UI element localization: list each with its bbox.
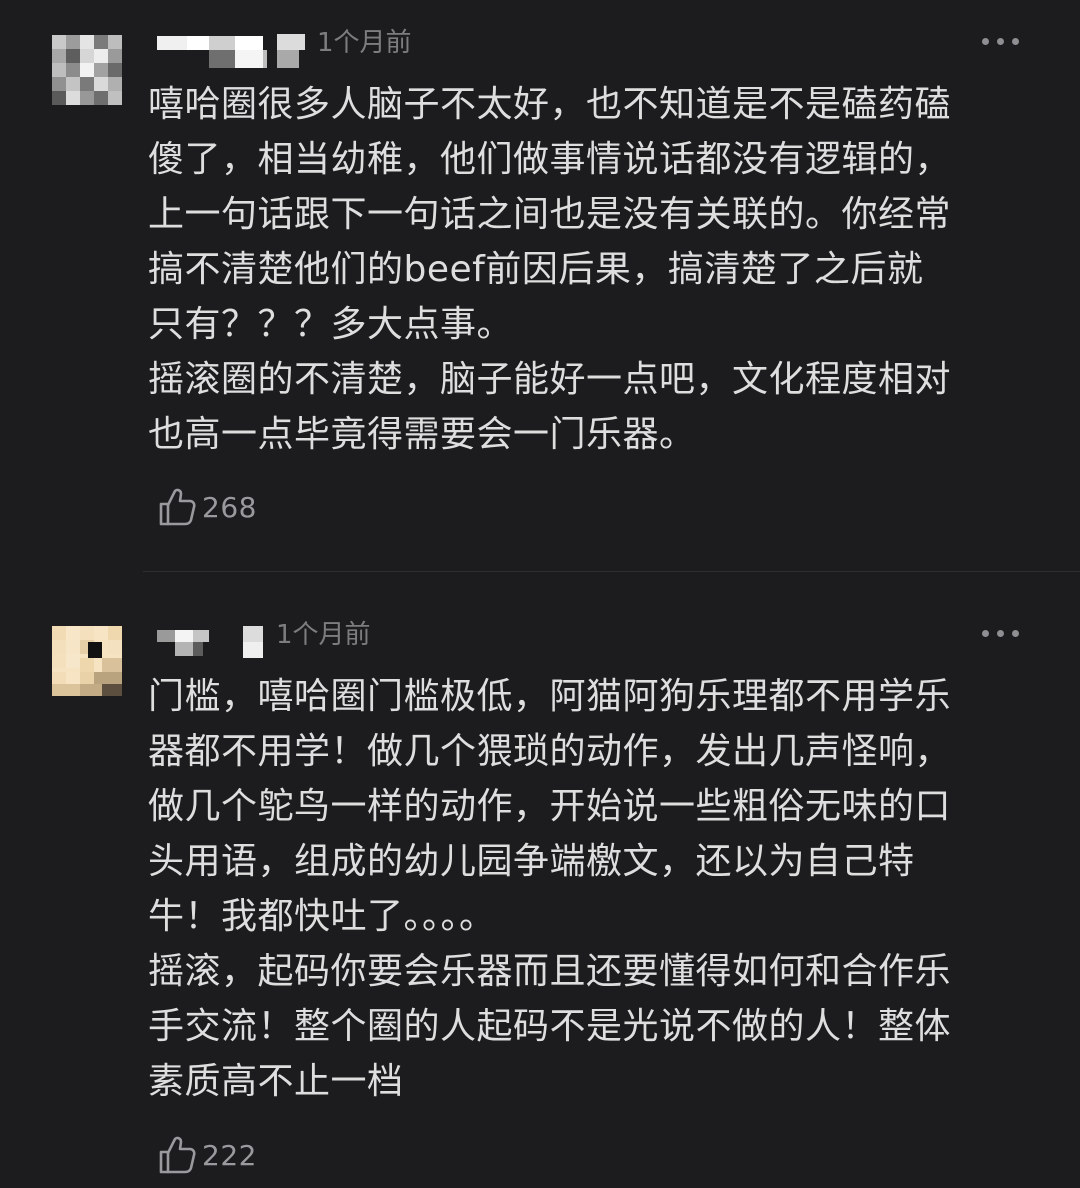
comment-paragraph: 摇滚，起码你要会乐器而且还要懂得如何和合作乐 手交流！整个圈的人起码不是光说不做… xyxy=(148,944,1028,1109)
comment-text: 门槛，嘻哈圈门槛极低，阿猫阿狗乐理都不用学乐 器都不用学！做几个猥琐的动作，发出… xyxy=(148,669,1028,1109)
comment-line: 做几个鸵鸟一样的动作，开始说一些粗俗无味的口 xyxy=(148,786,952,827)
comment-text: 嘻哈圈很多人脑子不太好，也不知道是不是磕药磕 傻了，相当幼稚，他们做事情说话都没… xyxy=(148,77,1028,462)
avatar[interactable] xyxy=(52,626,122,696)
avatar[interactable] xyxy=(52,35,122,105)
like-count: 222 xyxy=(202,1138,257,1172)
like-button[interactable]: 222 xyxy=(158,1133,257,1177)
like-count: 268 xyxy=(202,490,257,524)
comment-line: 门槛，嘻哈圈门槛极低，阿猫阿狗乐理都不用学乐 xyxy=(148,676,952,717)
comment-paragraph: 摇滚圈的不清楚，脑子能好一点吧，文化程度相对 也高一点毕竟得需要会一门乐器。 xyxy=(148,352,1028,462)
comment-line: 摇滚圈的不清楚，脑子能好一点吧，文化程度相对 xyxy=(148,359,952,400)
more-dots-icon[interactable] xyxy=(982,627,1020,639)
comment-line: 牛！我都快吐了。。。。 xyxy=(148,896,496,937)
like-button[interactable]: 268 xyxy=(158,485,257,529)
comment-line: 也高一点毕竟得需要会一门乐器。 xyxy=(148,414,696,455)
comment-line: 手交流！整个圈的人起码不是光说不做的人！整体 xyxy=(148,1006,952,1047)
comment-line: 头用语，组成的幼儿园争端檄文，还以为自己特 xyxy=(148,841,915,882)
more-dots-icon[interactable] xyxy=(982,35,1020,47)
thumbs-up-icon xyxy=(159,1136,196,1174)
comment-line: 搞不清楚他们的beef前因后果，搞清楚了之后就 xyxy=(148,249,924,290)
username-censored[interactable] xyxy=(157,620,267,658)
comment-line: 嘻哈圈很多人脑子不太好，也不知道是不是磕药磕 xyxy=(148,84,952,125)
comment-line: 摇滚，起码你要会乐器而且还要懂得如何和合作乐 xyxy=(148,951,952,992)
thumbs-up-icon xyxy=(159,488,196,526)
comment-item: 1个月前 门槛，嘻哈圈门槛极低，阿猫阿狗乐理都不用学乐 器都不用学！做几个猥琐的… xyxy=(0,572,1080,1188)
comment-line: 素质高不止一档 xyxy=(148,1061,404,1102)
comment-time: 1个月前 xyxy=(276,620,371,650)
comment-line: 只有？？？多大点事。 xyxy=(148,304,514,345)
comment-time: 1个月前 xyxy=(317,28,412,58)
username-censored[interactable] xyxy=(157,30,307,68)
comment-item: 1个月前 嘻哈圈很多人脑子不太好，也不知道是不是磕药磕 傻了，相当幼稚，他们做事… xyxy=(0,0,1080,572)
comment-line: 器都不用学！做几个猥琐的动作，发出几声怪响， xyxy=(148,731,952,772)
comment-line: 上一句话跟下一句话之间也是没有关联的。你经常 xyxy=(148,194,952,235)
comment-paragraph: 门槛，嘻哈圈门槛极低，阿猫阿狗乐理都不用学乐 器都不用学！做几个猥琐的动作，发出… xyxy=(148,669,1028,944)
comment-paragraph: 嘻哈圈很多人脑子不太好，也不知道是不是磕药磕 傻了，相当幼稚，他们做事情说话都没… xyxy=(148,77,1028,352)
comment-line: 傻了，相当幼稚，他们做事情说话都没有逻辑的， xyxy=(148,139,952,180)
